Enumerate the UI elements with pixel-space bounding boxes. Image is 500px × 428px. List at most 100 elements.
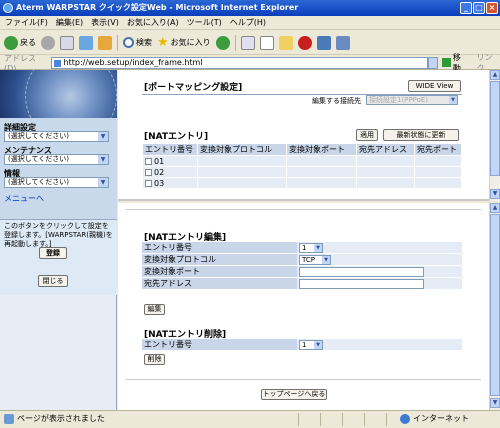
delete-entry-label: エントリ番号 (142, 339, 297, 351)
apply-button[interactable]: 適用 (356, 129, 378, 141)
history-icon[interactable] (215, 35, 230, 50)
col-entry-number: エントリ番号 (142, 143, 198, 156)
row-checkbox[interactable] (145, 168, 152, 176)
print-icon[interactable] (259, 35, 274, 50)
favorites-label: お気に入り (170, 38, 211, 47)
wide-view-button[interactable]: WIDE View (408, 80, 461, 92)
mail-icon[interactable] (240, 35, 255, 50)
entry-number: 03 (154, 178, 165, 188)
page-title: [ポートマッピング設定] (144, 83, 243, 93)
stop-icon[interactable] (60, 35, 74, 50)
address-dropdown[interactable] (428, 56, 439, 69)
bottom-frame: [NATエントリ編集] エントリ番号1 変換対象プロトコルTCP 変換対象ポート… (118, 203, 489, 410)
scroll-up-arrow[interactable]: ▲ (490, 70, 500, 80)
forward-button[interactable] (41, 33, 55, 53)
search-button[interactable]: 検索 (123, 33, 152, 53)
edit-button[interactable]: 編集 (144, 304, 165, 315)
refresh-icon[interactable] (79, 35, 93, 50)
menu-file[interactable]: ファイル(F) (5, 16, 48, 29)
status-pane (386, 413, 387, 426)
delete-button[interactable]: 削除 (144, 354, 165, 365)
protocol-label: 変換対象プロトコル (142, 253, 297, 266)
globe-icon (400, 414, 410, 424)
refresh-status-button[interactable]: 最新状態に更新 (383, 129, 459, 141)
col-protocol: 変換対象プロトコル (197, 143, 287, 156)
maintenance-select[interactable]: (選択してください) (4, 154, 109, 165)
status-pane (298, 413, 299, 426)
status-left: ページが表示されました (4, 411, 105, 427)
top-frame: [ポートマッピング設定] WIDE View 編集する接続先 接続設定1(PPP… (118, 70, 489, 201)
left-frame: 詳細設定 (選択してください) メンテナンス (選択してください) 情報 (選択… (0, 70, 117, 410)
divider (126, 209, 481, 210)
menu-view[interactable]: 表示(V) (91, 16, 119, 29)
register-info-text: このボタンをクリックして設定を登録します。[WARPSTAR(親機)を再起動しま… (4, 222, 113, 248)
toolbar-separator (234, 34, 236, 51)
nav-box: 詳細設定 (選択してください) メンテナンス (選択してください) 情報 (選択… (0, 118, 117, 220)
close-button[interactable]: 閉じる (38, 275, 68, 287)
toolbar-separator (117, 34, 118, 51)
messenger-icon[interactable] (297, 35, 312, 50)
menu-bar: ファイル(F) 編集(E) 表示(V) お気に入り(A) ツール(T) ヘルプ(… (0, 16, 500, 30)
address-bar: アドレス(D) http://web.setup/index_frame.htm… (0, 53, 500, 73)
top-page-button[interactable]: トップページへ戻る (261, 389, 327, 400)
row-checkbox[interactable] (145, 179, 152, 187)
zone-text: インターネット (413, 414, 469, 423)
back-button[interactable]: 戻る (4, 33, 36, 53)
home-icon[interactable] (98, 35, 112, 50)
target-label: 編集する接続先 (312, 97, 361, 105)
dest-address-label: 宛先アドレス (142, 277, 297, 290)
divider (126, 379, 481, 380)
search-label: 検索 (136, 38, 152, 47)
status-text: ページが表示されました (17, 414, 105, 423)
entry-number: 01 (154, 156, 165, 166)
favorites-button[interactable]: ★ お気に入り (157, 33, 211, 53)
col-dest-port: 宛先ポート (414, 143, 462, 156)
maximize-button[interactable]: □ (473, 2, 485, 14)
register-button[interactable]: 登録 (39, 247, 67, 259)
status-bar: ページが表示されました インターネット (0, 410, 500, 428)
search-icon (123, 37, 134, 48)
row-checkbox[interactable] (145, 157, 152, 165)
close-window-button[interactable]: × (486, 2, 498, 14)
scroll-thumb[interactable] (490, 81, 500, 176)
forward-arrow-icon (41, 35, 55, 50)
dest-address-input[interactable] (299, 278, 424, 289)
detail-settings-select[interactable]: (選択してください) (4, 131, 109, 142)
edit-entry-label: エントリ番号 (142, 242, 297, 254)
warpstar-logo (0, 70, 117, 118)
nat-entry-title: [NATエントリ] (144, 132, 209, 142)
menu-edit[interactable]: 編集(E) (56, 16, 83, 29)
target-select[interactable]: 接続設定1(PPPoE) (366, 95, 458, 105)
scroll-up-arrow[interactable]: ▲ (490, 203, 500, 213)
research-icon[interactable] (316, 35, 331, 50)
port-input[interactable] (299, 266, 424, 277)
scroll-down-arrow[interactable]: ▼ (490, 398, 500, 408)
scroll-down-arrow[interactable]: ▼ (490, 189, 500, 199)
delete-entry-select[interactable]: 1 (299, 339, 323, 350)
messenger-people-icon[interactable] (335, 35, 350, 50)
protocol-select[interactable]: TCP (299, 254, 331, 265)
go-arrow-icon (442, 58, 451, 67)
address-input[interactable]: http://web.setup/index_frame.html (50, 56, 429, 69)
scroll-thumb[interactable] (490, 214, 500, 396)
ie-icon (3, 3, 13, 13)
bottom-scrollbar[interactable]: ▲ ▼ (489, 203, 500, 410)
info-select[interactable]: (選択してください) (4, 177, 109, 188)
back-label: 戻る (20, 38, 36, 47)
nat-edit-form: エントリ番号1 変換対象プロトコルTCP 変換対象ポート 宛先アドレス (142, 242, 462, 290)
edit-entry-select[interactable]: 1 (299, 242, 323, 253)
title-bar: Aterm WARPSTAR クイック設定Web - Microsoft Int… (0, 0, 500, 16)
menu-help[interactable]: ヘルプ(H) (230, 16, 266, 29)
port-label: 変換対象ポート (142, 265, 297, 278)
minimize-button[interactable]: _ (460, 2, 472, 14)
status-right: インターネット (400, 411, 469, 427)
menu-favorites[interactable]: お気に入り(A) (127, 16, 179, 29)
table-header-row: エントリ番号 変換対象プロトコル 変換対象ポート 宛先アドレス 宛先ポート (142, 143, 462, 156)
folder-icon[interactable] (278, 35, 293, 50)
col-dest-address: 宛先アドレス (356, 143, 415, 156)
menu-tools[interactable]: ツール(T) (187, 16, 222, 29)
top-scrollbar[interactable]: ▲ ▼ (489, 70, 500, 201)
table-row: 03 (142, 177, 462, 189)
status-pane (320, 413, 321, 426)
menu-link[interactable]: メニューへ (4, 193, 44, 204)
